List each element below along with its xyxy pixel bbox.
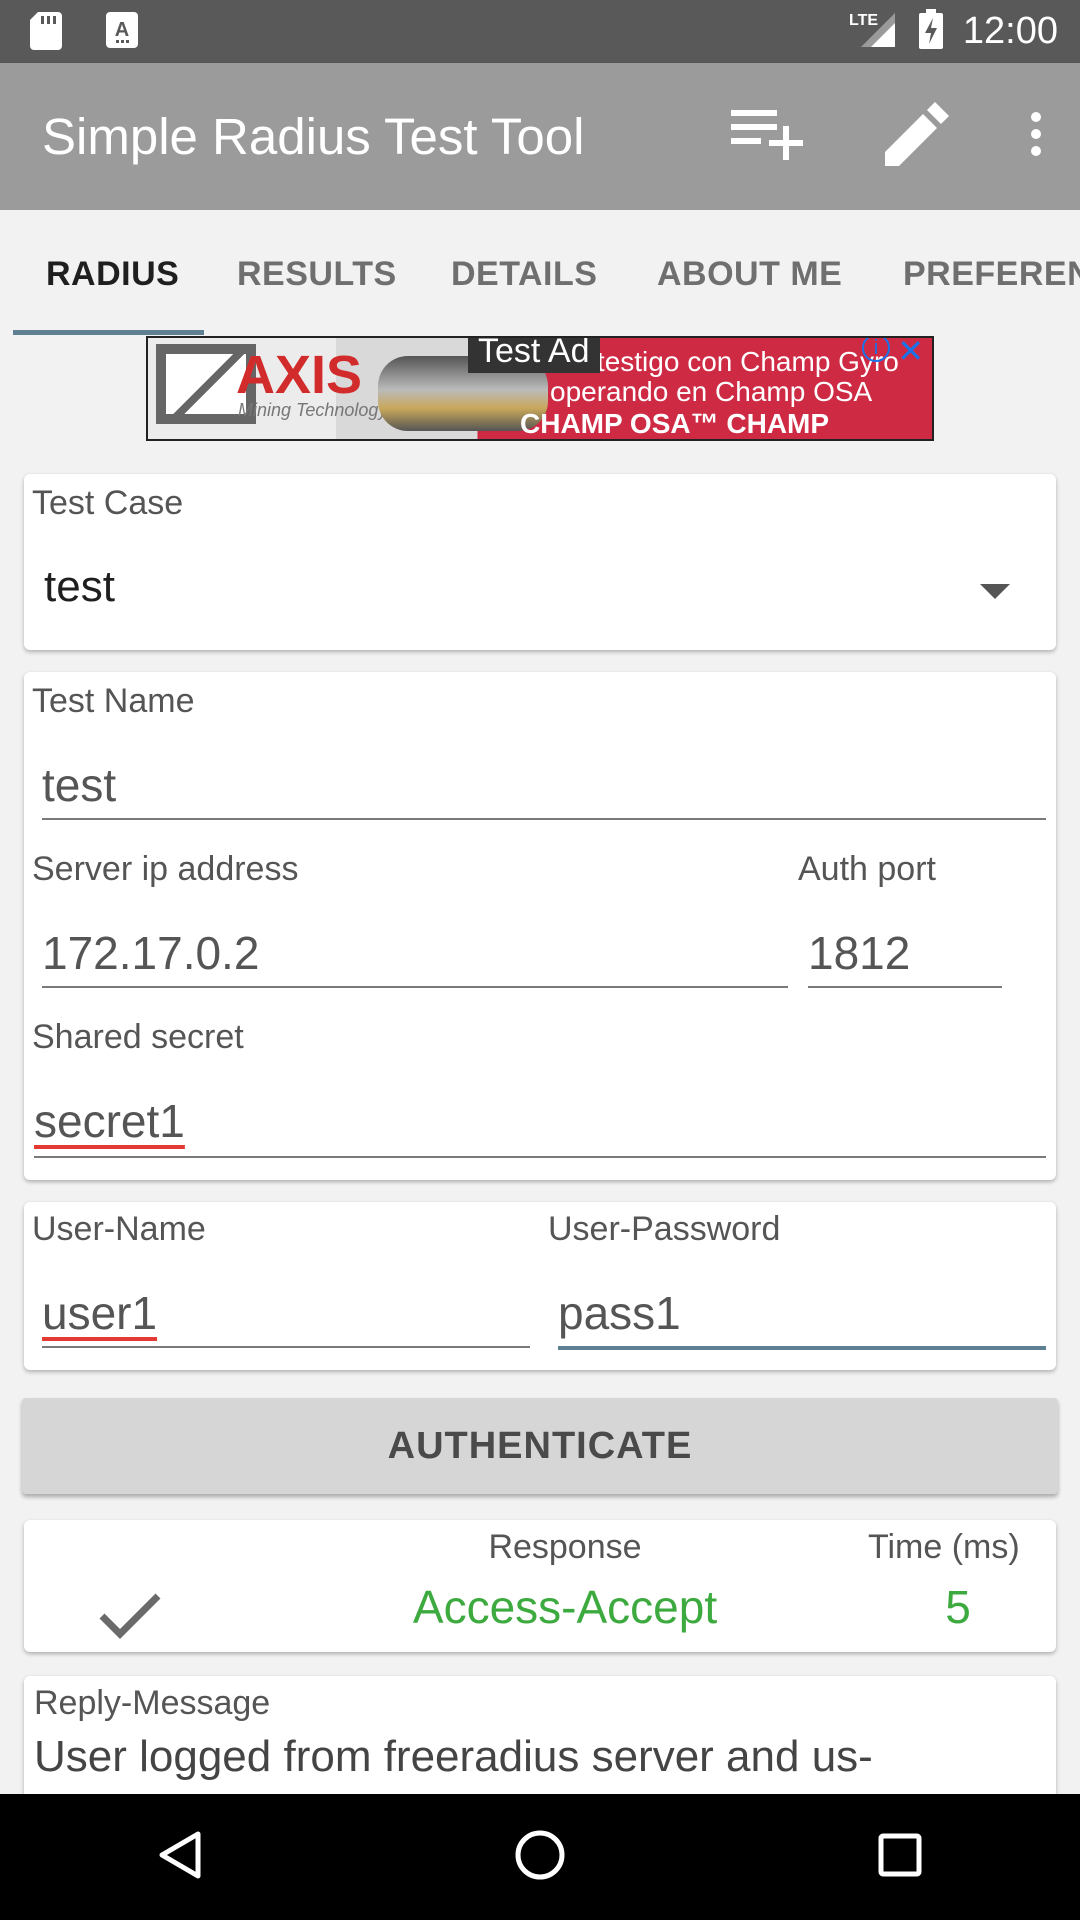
ad-text-line3: CHAMP OSA™ CHAMP GYRO™ xyxy=(520,408,829,439)
edit-button[interactable] xyxy=(842,63,992,210)
credentials-card: User-Name user1 User-Password pass1 xyxy=(24,1202,1056,1370)
response-value: Access-Accept xyxy=(412,1581,718,1633)
add-to-list-button[interactable] xyxy=(692,63,842,210)
ad-brand-sub: Mining Technology xyxy=(238,400,388,420)
auth-port-field[interactable]: 1812 xyxy=(808,926,910,980)
navigation-bar xyxy=(0,1794,1080,1920)
battery-charging-icon xyxy=(918,9,943,54)
sd-card-icon xyxy=(30,12,62,55)
recents-icon xyxy=(878,1833,922,1882)
shared-secret-field[interactable]: secret1 xyxy=(34,1094,185,1148)
ad-close-icon[interactable]: ✕ xyxy=(897,338,924,370)
tab-preferences[interactable]: PREFEREN xyxy=(903,210,1080,336)
recents-button[interactable] xyxy=(720,1794,1080,1920)
clock: 12:00 xyxy=(962,10,1058,52)
tab-results[interactable]: RESULTS xyxy=(237,210,397,336)
tab-details[interactable]: DETAILS xyxy=(451,210,597,336)
text-notification-icon: A xyxy=(106,12,138,55)
overflow-menu-icon xyxy=(1030,112,1042,161)
time-value: 5 xyxy=(945,1581,971,1633)
test-name-underline xyxy=(42,818,1046,820)
test-case-label: Test Case xyxy=(32,484,184,522)
tab-indicator xyxy=(13,330,204,335)
reply-message-value: User logged from freeradius server and u… xyxy=(34,1732,873,1781)
test-case-dropdown[interactable]: test xyxy=(24,534,1056,650)
ad-text-line1: de testigo con Champ Gyro xyxy=(558,346,899,377)
server-ip-field[interactable]: 172.17.0.2 xyxy=(42,926,259,980)
result-card: Response Access-Accept Time (ms) 5 xyxy=(24,1520,1056,1652)
add-to-list-icon xyxy=(731,108,803,165)
test-case-card: Test Case test xyxy=(24,474,1056,650)
username-underline xyxy=(42,1346,530,1348)
svg-text:A: A xyxy=(115,19,129,41)
dropdown-arrow-icon xyxy=(980,584,1010,605)
username-label: User-Name xyxy=(32,1210,206,1248)
tab-radius[interactable]: RADIUS xyxy=(46,210,179,336)
ad-brand: AXIS xyxy=(236,345,363,405)
time-label: Time (ms) xyxy=(868,1528,1020,1566)
app-title: Simple Radius Test Tool xyxy=(42,108,585,165)
password-underline xyxy=(558,1346,1046,1350)
status-bar: A LTE 12:00 xyxy=(0,0,1080,63)
auth-port-underline xyxy=(808,986,1002,988)
server-ip-label: Server ip address xyxy=(32,850,299,888)
password-field[interactable]: pass1 xyxy=(558,1286,681,1340)
checkmark-icon xyxy=(98,1590,162,1645)
authenticate-button[interactable]: AUTHENTICATE xyxy=(22,1398,1058,1494)
test-name-field[interactable]: test xyxy=(42,758,116,812)
test-name-label: Test Name xyxy=(32,682,195,720)
signal-icon: LTE xyxy=(849,9,899,54)
ad-banner[interactable]: AXIS Mining Technology de testigo con Ch… xyxy=(146,336,934,441)
overflow-menu-button[interactable] xyxy=(992,63,1080,210)
app-bar: Simple Radius Test Tool xyxy=(0,63,1080,210)
back-button[interactable] xyxy=(0,1794,360,1920)
response-label: Response xyxy=(488,1528,642,1566)
shared-secret-label: Shared secret xyxy=(32,1018,244,1056)
test-case-value: test xyxy=(44,562,115,611)
home-icon xyxy=(514,1829,566,1886)
back-icon xyxy=(158,1830,202,1885)
server-config-card: Test Name test Server ip address 172.17.… xyxy=(24,672,1056,1180)
ad-text-line2: operando en Champ OSA xyxy=(550,376,873,407)
username-field[interactable]: user1 xyxy=(42,1286,157,1340)
home-button[interactable] xyxy=(360,1794,720,1920)
ad-test-badge: Test Ad xyxy=(468,338,600,373)
shared-secret-underline xyxy=(34,1156,1046,1158)
edit-pencil-icon xyxy=(885,102,949,171)
tab-bar: RADIUS RESULTS DETAILS ABOUT ME PREFEREN xyxy=(0,210,1080,336)
auth-port-label: Auth port xyxy=(798,850,936,888)
server-ip-underline xyxy=(42,986,788,988)
reply-message-label: Reply-Message xyxy=(34,1684,271,1722)
svg-text:LTE: LTE xyxy=(849,12,878,29)
password-label: User-Password xyxy=(548,1210,781,1248)
tab-about-me[interactable]: ABOUT ME xyxy=(657,210,842,336)
